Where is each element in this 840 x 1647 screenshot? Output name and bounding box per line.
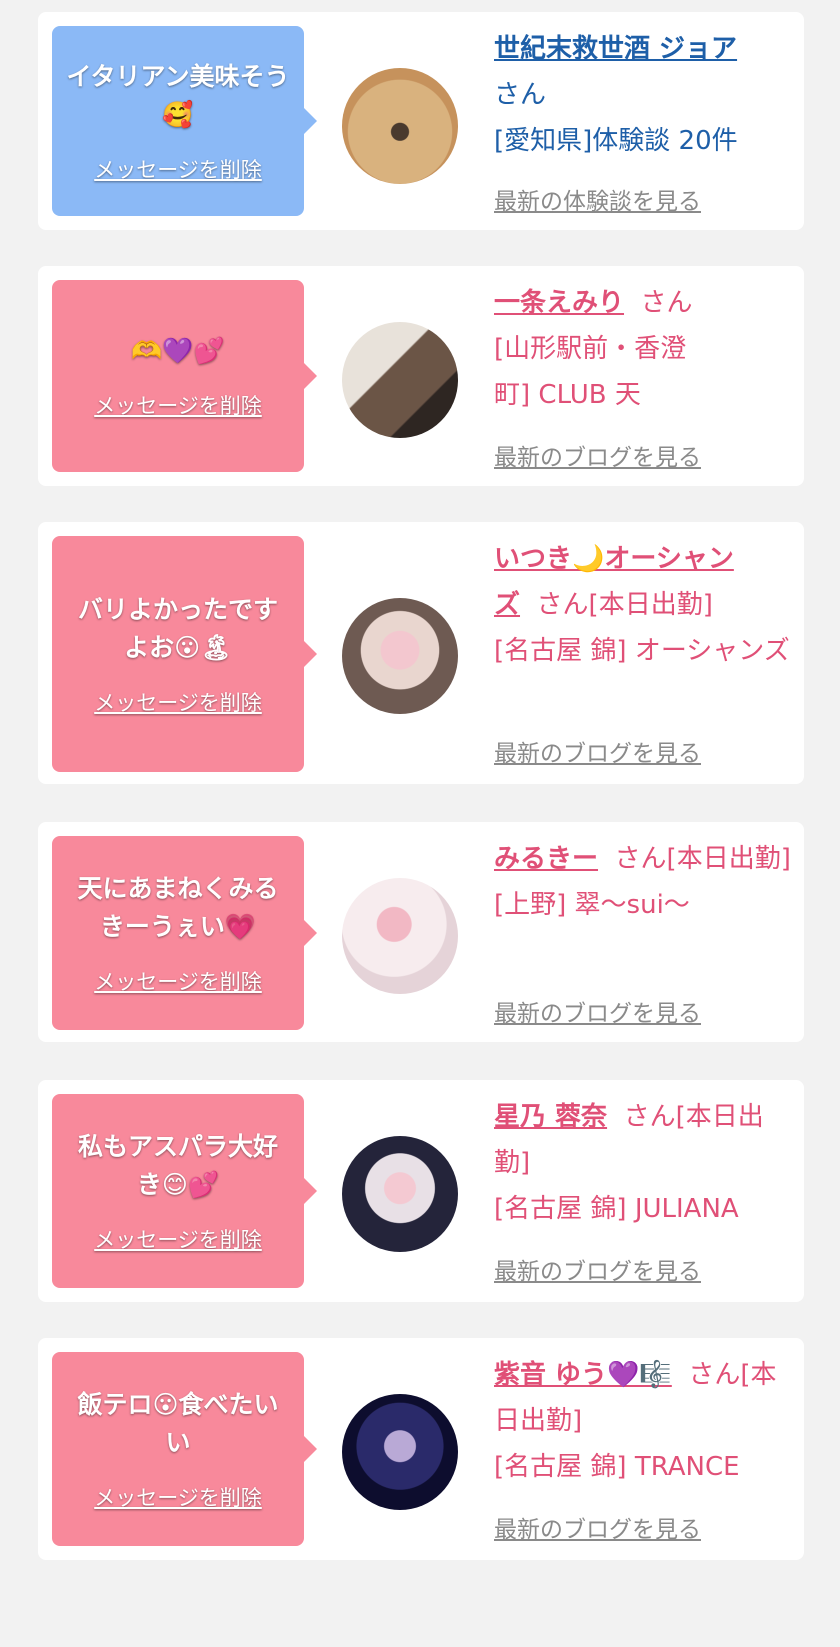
sender-name-link[interactable]: 一条えみり [494,288,624,318]
profile-photo [342,598,458,714]
message-card: バリよかったですよお😮🏝 メッセージを削除 いつき🌙オーシャンズ さん[本日出勤… [38,522,804,784]
message-text: イタリアン美味そう🥰 [66,62,290,129]
honorific: さん [494,80,547,110]
message-bubble: 私もアスパラ大好き😊💕 メッセージを削除 [52,1094,317,1288]
delete-message-link[interactable]: メッセージを削除 [94,687,262,717]
profile-photo [342,1136,458,1252]
profile-photo [342,878,458,994]
sender-name-link[interactable]: みるきー [494,844,598,874]
latest-blog-link[interactable]: 最新のブログを見る [494,1510,701,1544]
message-card: イタリアン美味そう🥰 メッセージを削除 世紀末救世酒 ジョア さん [愛知県]体… [38,12,804,230]
message-text: 私もアスパラ大好き😊💕 [77,1132,278,1199]
sender-info: みるきー さん[本日出勤] [上野] 翠〜sui〜 [494,836,792,928]
message-bubble: 飯テロ😮食べたいい メッセージを削除 [52,1352,317,1546]
latest-blog-link[interactable]: 最新のブログを見る [494,1252,701,1286]
dog-avatar-image [342,68,458,184]
message-text: 🫶💜💕 [131,336,225,365]
location-text: [愛知県]体験談 20件 [494,126,738,156]
message-card: 私もアスパラ大好き😊💕 メッセージを削除 星乃 蓉奈 さん[本日出勤] [名古屋… [38,1080,804,1302]
sender-info: 世紀末救世酒 ジョア さん [愛知県]体験談 20件 [494,26,792,164]
status-text: さん[本日出勤] [614,844,791,874]
message-text: バリよかったですよお😮🏝 [77,595,278,662]
honorific: さん [640,288,693,318]
location-text: [名古屋 錦] オーシャンズ [494,636,790,666]
sender-info: いつき🌙オーシャンズ さん[本日出勤] [名古屋 錦] オーシャンズ [494,536,792,674]
delete-message-link[interactable]: メッセージを削除 [94,1482,262,1512]
sender-info: 紫音 ゆう💜🎼 さん[本日出勤] [名古屋 錦] TRANCE [494,1352,792,1490]
message-list: イタリアン美味そう🥰 メッセージを削除 世紀末救世酒 ジョア さん [愛知県]体… [0,0,840,1647]
message-card: 🫶💜💕 メッセージを削除 一条えみり さん [山形駅前・香澄町] CLUB 天 … [38,266,804,486]
location-text: [名古屋 錦] JULIANA [494,1194,739,1224]
message-bubble: 🫶💜💕 メッセージを削除 [52,280,317,472]
message-card: 飯テロ😮食べたいい メッセージを削除 紫音 ゆう💜🎼 さん[本日出勤] [名古屋… [38,1338,804,1560]
sender-info: 一条えみり さん [山形駅前・香澄町] CLUB 天 [494,280,704,418]
avatar[interactable] [342,1136,458,1252]
location-text: [上野] 翠〜sui〜 [494,890,690,920]
sender-name-link[interactable]: 世紀末救世酒 ジョア [494,34,737,64]
profile-photo [342,322,458,438]
latest-blog-link[interactable]: 最新のブログを見る [494,734,701,768]
sender-name-link[interactable]: 紫音 ゆう💜🎼 [494,1360,672,1390]
location-text: [名古屋 錦] TRANCE [494,1452,740,1482]
latest-blog-link[interactable]: 最新のブログを見る [494,994,701,1028]
sender-info: 星乃 蓉奈 さん[本日出勤] [名古屋 錦] JULIANA [494,1094,792,1232]
message-text: 天にあまねくみるきーうぇい💗 [77,874,279,941]
avatar[interactable] [342,878,458,994]
message-bubble: 天にあまねくみるきーうぇい💗 メッセージを削除 [52,836,317,1030]
profile-photo [342,1394,458,1510]
message-bubble: バリよかったですよお😮🏝 メッセージを削除 [52,536,317,772]
latest-blog-link[interactable]: 最新のブログを見る [494,438,701,472]
avatar[interactable] [342,598,458,714]
avatar[interactable] [342,1394,458,1510]
sender-name-link[interactable]: 星乃 蓉奈 [494,1102,607,1132]
location-text: [山形駅前・香澄町] CLUB 天 [494,334,687,410]
avatar[interactable] [342,322,458,438]
message-text: 飯テロ😮食べたいい [77,1390,279,1457]
delete-message-link[interactable]: メッセージを削除 [94,966,262,996]
delete-message-link[interactable]: メッセージを削除 [94,154,262,184]
delete-message-link[interactable]: メッセージを削除 [94,1224,262,1254]
avatar[interactable] [342,68,458,184]
message-card: 天にあまねくみるきーうぇい💗 メッセージを削除 みるきー さん[本日出勤] [上… [38,822,804,1042]
delete-message-link[interactable]: メッセージを削除 [94,390,262,420]
message-bubble: イタリアン美味そう🥰 メッセージを削除 [52,26,317,216]
latest-review-link[interactable]: 最新の体験談を見る [494,182,701,216]
status-text: さん[本日出勤] [536,590,713,620]
